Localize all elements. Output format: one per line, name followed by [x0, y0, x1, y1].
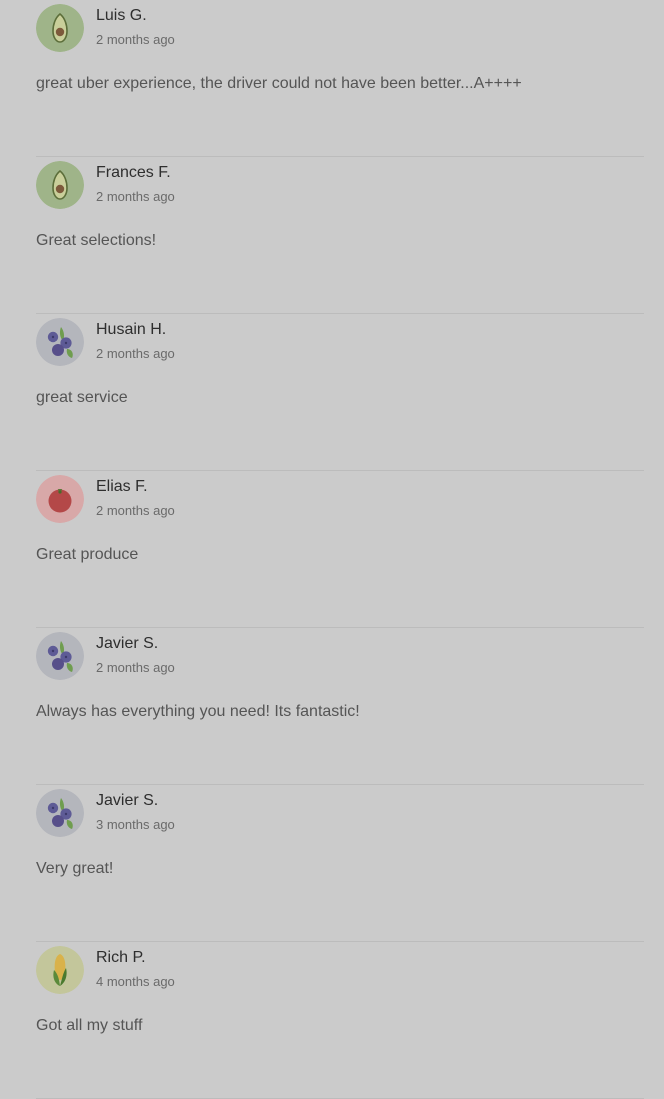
- review-time: 4 months ago: [96, 974, 175, 989]
- review-time: 2 months ago: [96, 189, 175, 204]
- reviewer-name: Javier S.: [96, 792, 159, 809]
- review-item: Frances F. 2 months ago Great selections…: [36, 157, 644, 314]
- reviewer-name: Luis G.: [96, 7, 147, 24]
- reviewer-name: Husain H.: [96, 321, 167, 338]
- reviewer-name: Rich P.: [96, 949, 146, 966]
- avocado-icon: [36, 161, 84, 209]
- review-text: Got all my stuff: [36, 1017, 143, 1034]
- blueberry-icon: [36, 632, 84, 680]
- review-time: 2 months ago: [96, 32, 175, 47]
- review-item: Rich P. 4 months ago Got all my stuff: [36, 942, 644, 1099]
- reviewer-name: Elias F.: [96, 478, 148, 495]
- review-text: Great selections!: [36, 232, 157, 249]
- review-text: Always has everything you need! Its fant…: [36, 703, 360, 720]
- reviewer-name: Frances F.: [96, 164, 171, 181]
- review-item: Husain H. 2 months ago great service: [36, 314, 644, 471]
- review-item: Javier S. 3 months ago Very great!: [36, 785, 644, 942]
- blueberry-icon: [36, 789, 84, 837]
- review-time: 2 months ago: [96, 346, 175, 361]
- tomato-icon: [36, 475, 84, 523]
- reviewer-name: Javier S.: [96, 635, 159, 652]
- review-item: Javier S. 2 months ago Always has everyt…: [36, 628, 644, 785]
- review-text: great uber experience, the driver could …: [36, 75, 522, 92]
- blueberry-icon: [36, 318, 84, 366]
- review-text: Very great!: [36, 860, 114, 877]
- review-item: Luis G. 2 months ago great uber experien…: [36, 0, 644, 157]
- review-text: great service: [36, 389, 128, 406]
- review-time: 3 months ago: [96, 817, 175, 832]
- review-time: 2 months ago: [96, 660, 175, 675]
- review-item: Elias F. 2 months ago Great produce: [36, 471, 644, 628]
- review-time: 2 months ago: [96, 503, 175, 518]
- corn-icon: [36, 946, 84, 994]
- review-text: Great produce: [36, 546, 139, 563]
- avocado-icon: [36, 4, 84, 52]
